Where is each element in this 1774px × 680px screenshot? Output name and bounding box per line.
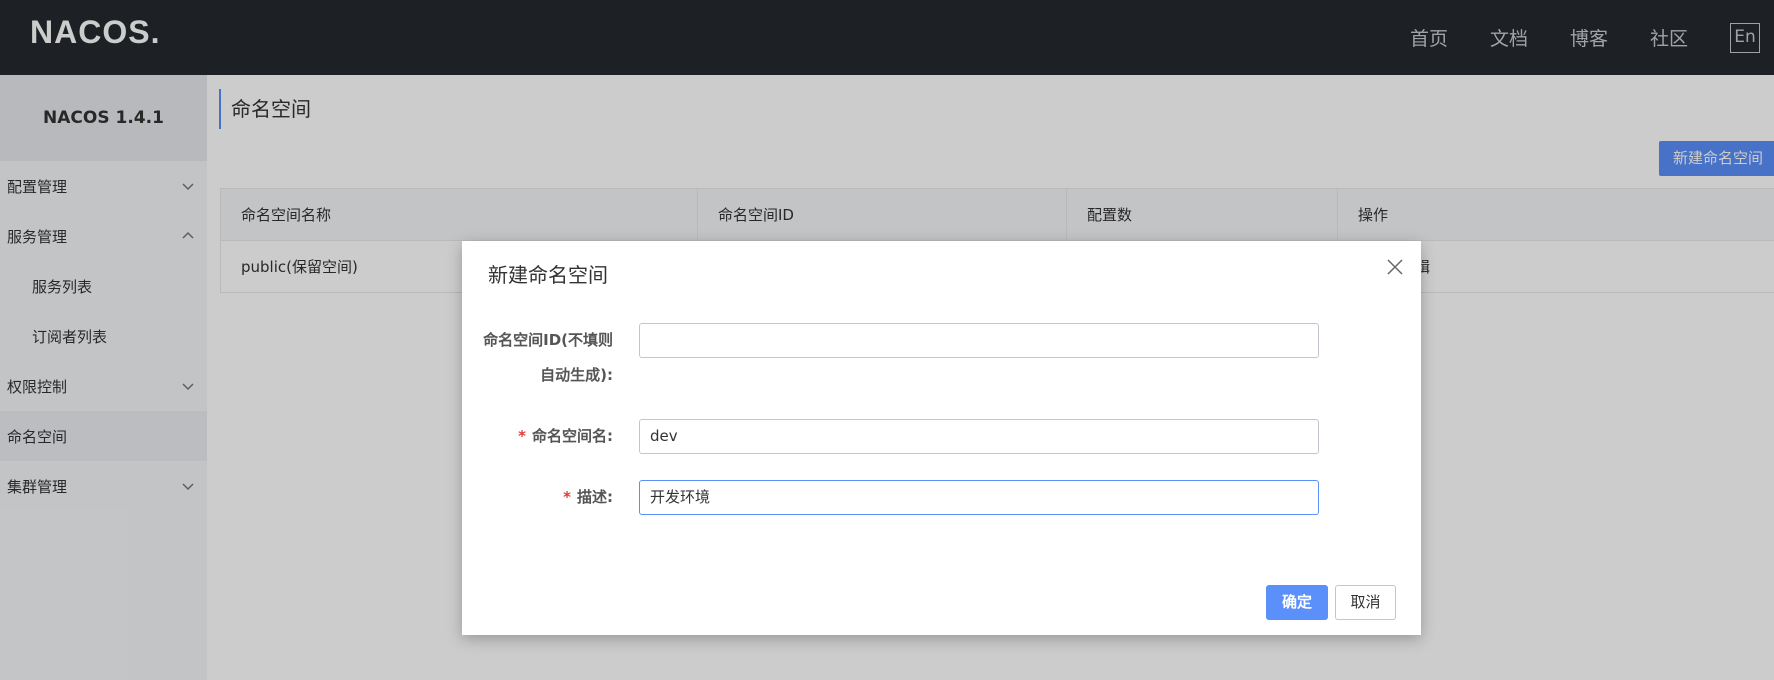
description-input[interactable]: 开发环境	[639, 480, 1319, 515]
confirm-button[interactable]: 确定	[1266, 585, 1328, 620]
required-asterisk: *	[563, 488, 571, 506]
dialog-title: 新建命名空间	[488, 263, 608, 287]
modal-overlay[interactable]: 新建命名空间 命名空间ID(不填则 自动生成): * 命名空间名: dev * 描述…	[0, 0, 1774, 680]
namespace-name-label-text: 命名空间名:	[532, 427, 613, 445]
required-asterisk: *	[518, 427, 526, 445]
namespace-id-label-cont: 自动生成):	[540, 358, 613, 393]
namespace-id-label: 命名空间ID(不填则	[483, 323, 613, 358]
cancel-button[interactable]: 取消	[1335, 585, 1396, 620]
namespace-id-label-line1: 命名空间ID(不填则	[483, 331, 613, 349]
close-icon[interactable]	[1385, 257, 1405, 277]
namespace-id-input[interactable]	[639, 323, 1319, 358]
description-label-text: 描述:	[577, 488, 613, 506]
namespace-name-input[interactable]: dev	[639, 419, 1319, 454]
namespace-name-label: * 命名空间名:	[518, 419, 613, 454]
description-label: * 描述:	[563, 480, 613, 515]
new-namespace-dialog: 新建命名空间 命名空间ID(不填则 自动生成): * 命名空间名: dev * 描述…	[462, 241, 1421, 635]
namespace-id-label-line2: 自动生成):	[540, 366, 613, 384]
